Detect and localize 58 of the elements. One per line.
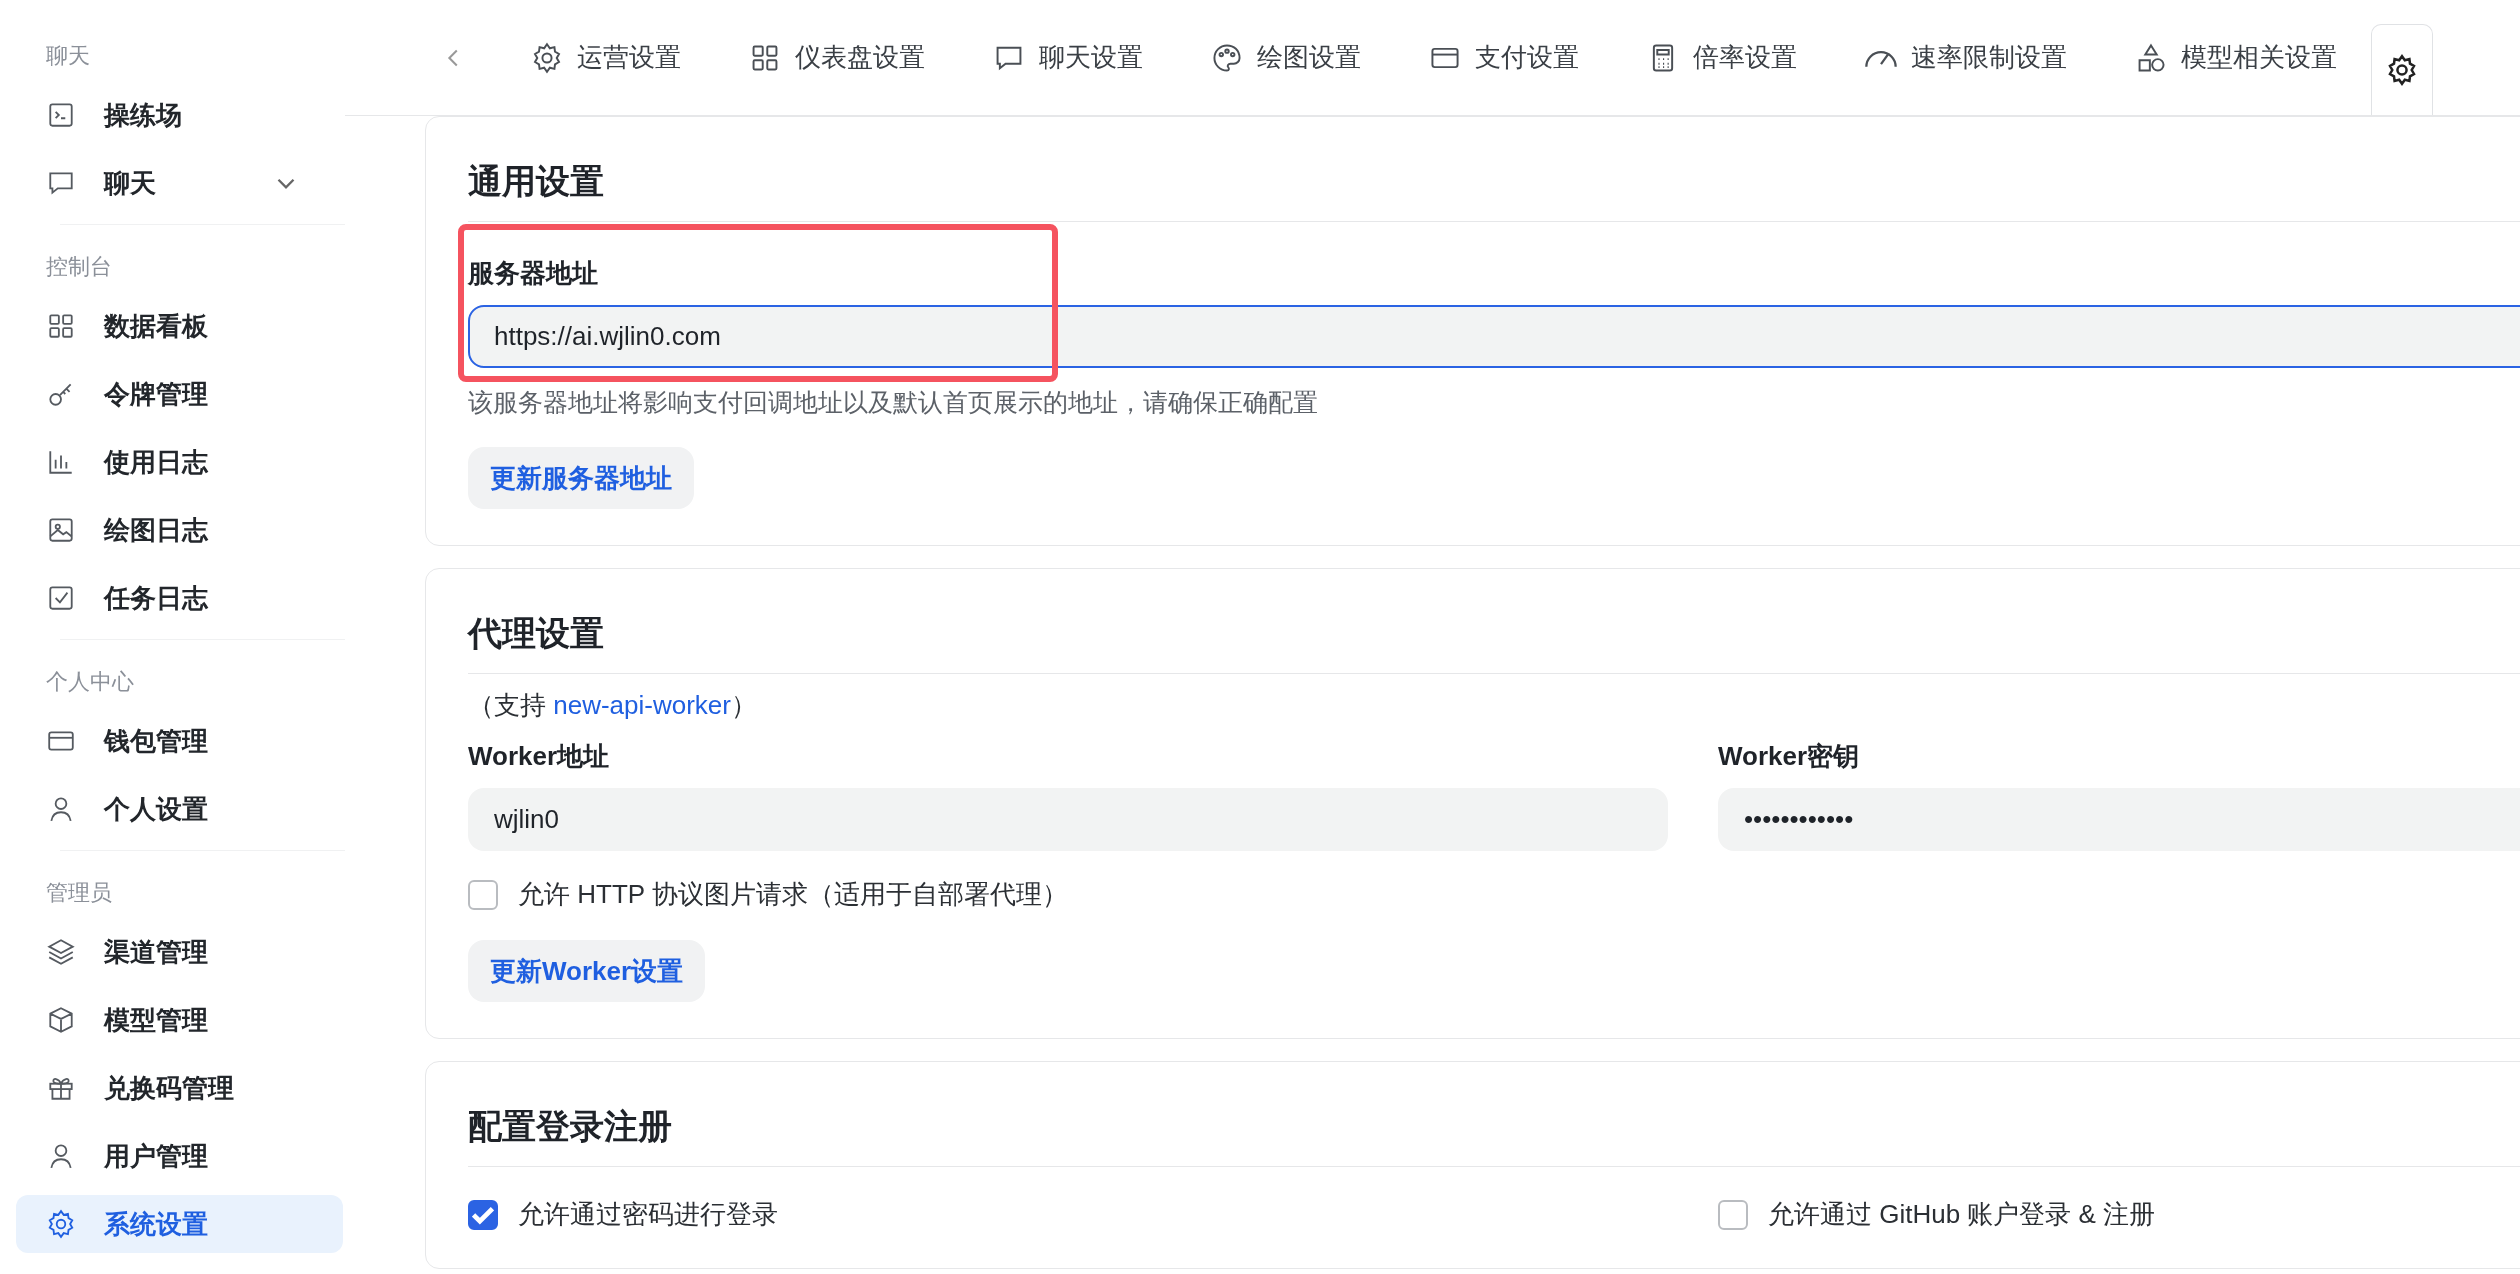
card-title: 配置登录注册 [468, 1062, 2520, 1167]
sidebar-item[interactable]: 令牌管理 [16, 365, 343, 423]
settings-tab[interactable]: 运营设置 [497, 0, 715, 115]
settings-tab[interactable]: 速率限制设置 [1831, 0, 2101, 115]
settings-tab[interactable]: 仪表盘设置 [715, 0, 959, 115]
tab-icon [531, 41, 563, 74]
sidebar-section-header: 控制台 [45, 253, 113, 281]
settings-tab[interactable]: 支付设置 [1395, 0, 1613, 115]
menu-item-icon [46, 100, 76, 130]
sidebar-section-header: 管理员 [45, 879, 113, 907]
card-title: 通用设置 [468, 117, 2520, 222]
input-field[interactable]: https://ai.wjlin0.com [468, 305, 2520, 368]
menu-item-icon [46, 311, 76, 341]
menu-item-icon [46, 515, 76, 545]
tab-icon [1865, 48, 1897, 67]
sidebar-item[interactable]: 绘图日志 [16, 501, 343, 559]
checkbox-label: 允许通过密码进行登录 [518, 1198, 778, 1231]
card-title: 代理设置 [468, 569, 2520, 674]
settings-tab[interactable] [2371, 24, 2433, 115]
update-button[interactable]: 更新服务器地址 [468, 447, 694, 509]
menu-item-icon [46, 1005, 76, 1035]
menu-item-icon [46, 1209, 76, 1239]
checkbox-label: 允许通过 GitHub 账户登录 & 注册 [1768, 1198, 2156, 1231]
field-label: 服务器地址 [468, 257, 599, 290]
menu-item-icon [46, 937, 76, 967]
link[interactable]: new-api-worker [553, 690, 731, 720]
checkbox[interactable] [468, 1199, 498, 1230]
sidebar-item[interactable]: 系统设置 [16, 1195, 343, 1253]
sidebar-item[interactable]: 聊天 [16, 154, 343, 212]
menu-item-icon [46, 583, 76, 613]
update-button[interactable]: 更新Worker设置 [468, 940, 706, 1002]
note-text: （支持 new-api-worker） [468, 689, 758, 722]
field-label: Worker地址 [468, 740, 611, 773]
settings-tab[interactable]: 模型相关设置 [2101, 0, 2371, 115]
sidebar-item[interactable]: 模型管理 [16, 991, 343, 1049]
checkbox[interactable] [1718, 1199, 1748, 1230]
sidebar-item[interactable]: 任务日志 [16, 569, 343, 627]
tab-icon [2386, 54, 2418, 86]
settings-tab[interactable]: 聊天设置 [959, 0, 1177, 115]
tab-icon [1211, 41, 1243, 74]
help-text: 该服务器地址将影响支付回调地址以及默认首页展示的地址，请确保正确配置 [468, 387, 1319, 418]
sidebar-item[interactable]: 渠道管理 [16, 923, 343, 981]
field-label: Worker密钥 [1718, 740, 1861, 773]
settings-tab[interactable]: 倍率设置 [1613, 0, 1831, 115]
input-field[interactable]: •••••••••••• [1718, 788, 2520, 851]
sidebar-item[interactable]: 个人设置 [16, 780, 343, 838]
checkbox-label: 允许 HTTP 协议图片请求（适用于自部署代理） [518, 878, 1068, 911]
checkbox[interactable] [468, 879, 498, 910]
sidebar-section-header: 聊天 [45, 42, 91, 70]
sidebar-item[interactable]: 钱包管理 [16, 712, 343, 770]
sidebar-item[interactable]: 用户管理 [16, 1127, 343, 1185]
sidebar-item[interactable]: 兑换码管理 [16, 1059, 343, 1117]
sidebar-item[interactable]: 使用日志 [16, 433, 343, 491]
sidebar-item[interactable]: 操练场 [16, 86, 343, 144]
sidebar-section-header: 个人中心 [45, 668, 135, 696]
settings-tab[interactable]: 绘图设置 [1177, 0, 1395, 115]
sidebar-item[interactable]: 数据看板 [16, 297, 343, 355]
input-field[interactable]: wjlin0 [468, 788, 1668, 851]
